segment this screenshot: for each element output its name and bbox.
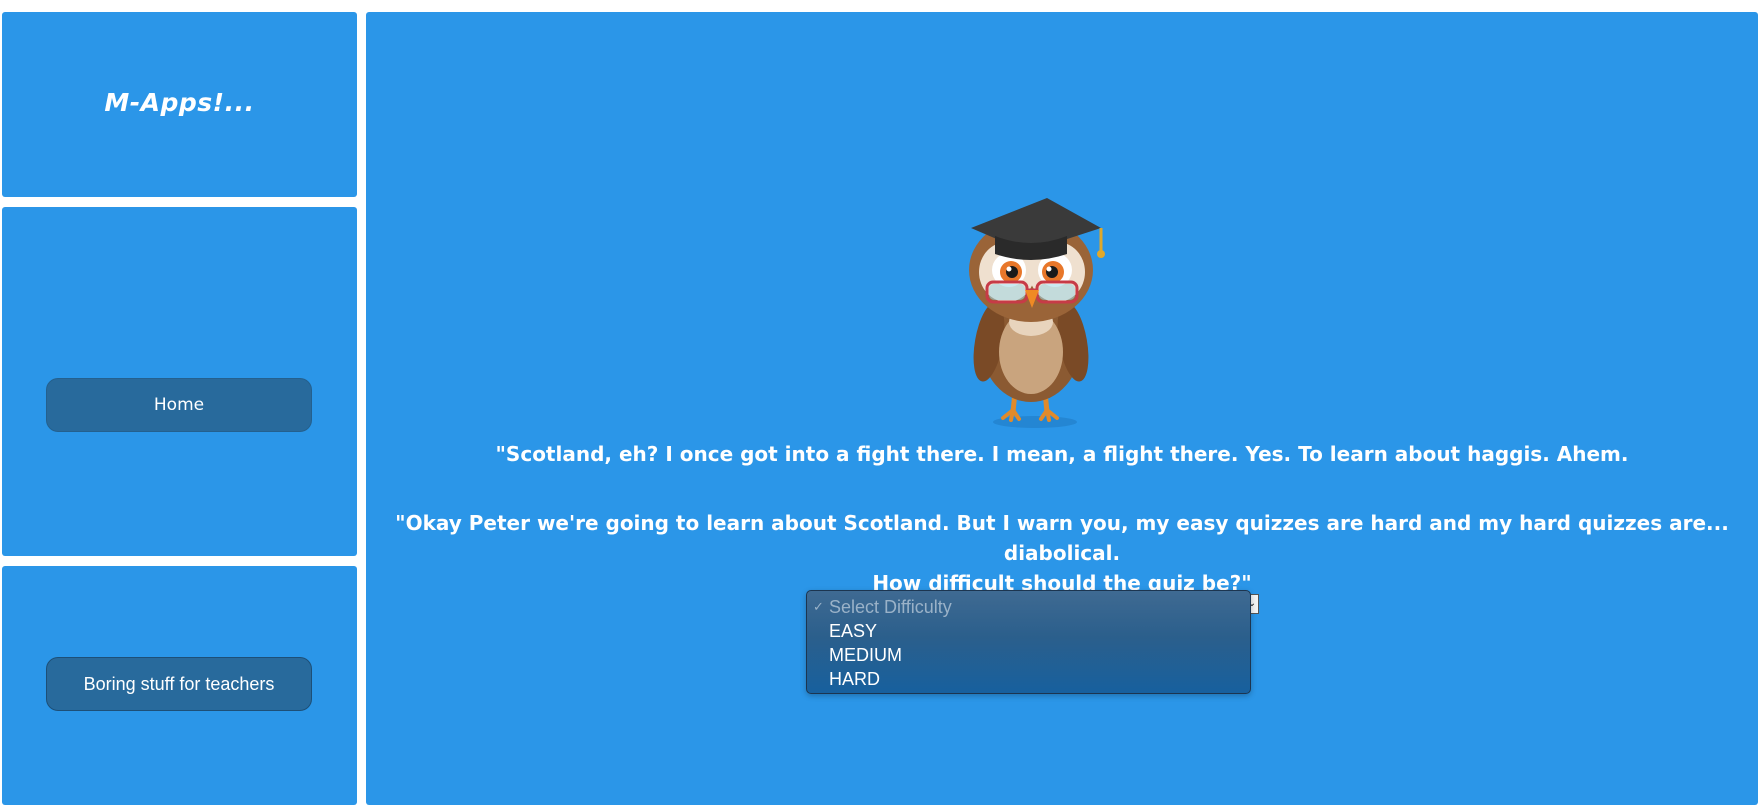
brand-panel: M-Apps!... xyxy=(2,12,357,197)
nav-panel: Home xyxy=(2,207,357,556)
difficulty-dropdown[interactable]: ✓ Select Difficulty EASY MEDIUM HARD xyxy=(806,590,1251,694)
teacher-panel: Boring stuff for teachers xyxy=(2,566,357,805)
check-icon: ✓ xyxy=(813,599,824,614)
brand-title: M-Apps!... xyxy=(104,88,255,117)
dropdown-option-placeholder[interactable]: ✓ Select Difficulty xyxy=(807,595,1250,619)
home-button[interactable]: Home xyxy=(46,378,312,432)
dropdown-option-medium[interactable]: MEDIUM xyxy=(807,643,1250,667)
teachers-button[interactable]: Boring stuff for teachers xyxy=(46,657,312,711)
speech-line-1: "Scotland, eh? I once got into a fight t… xyxy=(495,442,1629,466)
speech-line-2: "Okay Peter we're going to learn about S… xyxy=(395,511,1729,565)
owl-graduate-icon xyxy=(951,192,1121,432)
dropdown-option-hard[interactable]: HARD xyxy=(807,667,1250,691)
speech-block: "Okay Peter we're going to learn about S… xyxy=(366,508,1758,598)
dropdown-option-easy[interactable]: EASY xyxy=(807,619,1250,643)
